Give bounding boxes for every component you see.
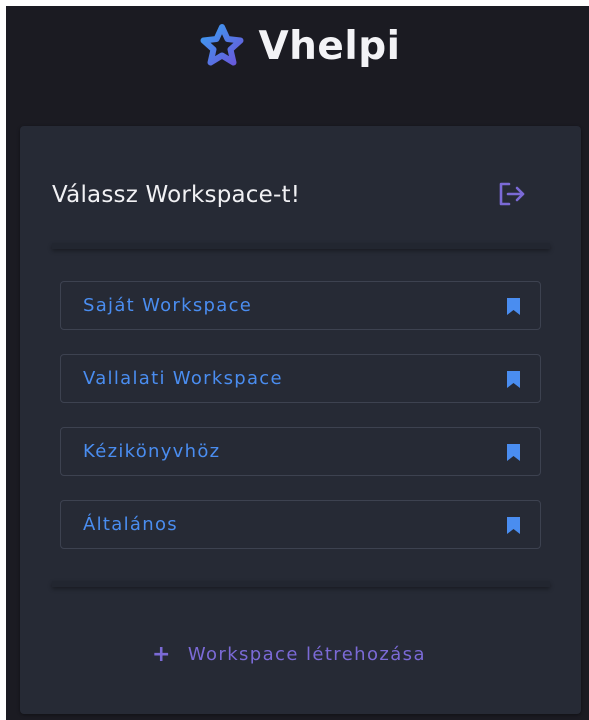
bookmark-icon (506, 297, 520, 315)
workspace-item-kezikonyvhoz[interactable]: Kézikönyvhöz (60, 427, 541, 476)
bookmark-icon (506, 370, 520, 388)
bookmark-icon (506, 443, 520, 461)
divider (52, 581, 550, 587)
brand-name: Vhelpi (258, 23, 401, 69)
divider (52, 243, 550, 249)
star-icon (194, 18, 250, 74)
workspace-item-vallalati[interactable]: Vallalati Workspace (60, 354, 541, 403)
create-workspace-label: Workspace létrehozása (187, 644, 426, 665)
workspace-label: Saját Workspace (83, 295, 253, 316)
create-workspace-button[interactable]: + Workspace létrehozása (152, 643, 426, 667)
panel-title: Válassz Workspace-t! (52, 182, 301, 208)
workspace-label: Általános (83, 514, 178, 535)
workspace-list: Saját Workspace Vallalati Workspace Kézi… (60, 281, 543, 573)
logout-icon (497, 181, 527, 211)
workspace-item-sajat[interactable]: Saját Workspace (60, 281, 541, 330)
plus-icon: + (152, 642, 172, 667)
bookmark-icon (506, 516, 520, 534)
workspace-label: Kézikönyvhöz (83, 441, 221, 462)
logout-button[interactable] (496, 180, 528, 212)
workspace-item-altalanos[interactable]: Általános (60, 500, 541, 549)
workspace-label: Vallalati Workspace (83, 368, 283, 389)
app-header: Vhelpi (6, 6, 589, 86)
workspace-panel: Válassz Workspace-t! Saját Workspace Val… (20, 126, 581, 714)
app-window: Vhelpi Válassz Workspace-t! Saját Worksp… (6, 6, 589, 720)
